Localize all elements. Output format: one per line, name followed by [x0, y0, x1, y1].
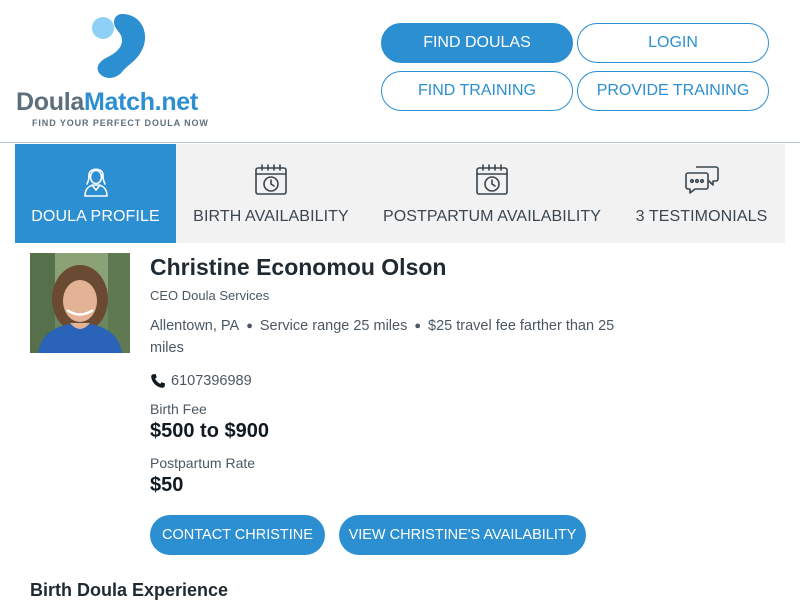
logo-word-part2: Match.net — [83, 88, 198, 116]
provide-training-button[interactable]: PROVIDE TRAINING — [577, 71, 769, 111]
doula-person-icon — [83, 168, 108, 197]
separator-dot: ● — [246, 320, 253, 332]
tab-birth-availability[interactable]: BIRTH AVAILABILITY — [176, 144, 366, 243]
site-header: DoulaMatch.net FIND YOUR PERFECT DOULA N… — [0, 0, 800, 143]
doula-service-info: Allentown, PA ● Service range 25 miles ● $25… — [150, 315, 650, 359]
doula-company: CEO Doula Services — [150, 288, 270, 303]
profile-photo — [30, 253, 130, 353]
phone-icon — [151, 374, 165, 388]
chat-bubbles-icon — [684, 166, 719, 194]
tab-testimonials[interactable]: 3 TESTIMONIALS — [618, 144, 785, 243]
doula-location: Allentown, PA — [150, 318, 240, 334]
logo-wordmark: DoulaMatch.net — [16, 88, 198, 117]
tab-label: 3 TESTIMONIALS — [635, 208, 768, 225]
logo-tagline: FIND YOUR PERFECT DOULA NOW — [32, 118, 209, 128]
birth-experience-heading: Birth Doula Experience — [30, 580, 229, 600]
tab-label: DOULA PROFILE — [31, 208, 160, 225]
phone-number[interactable]: 6107396989 — [171, 373, 252, 389]
doula-name: Christine Economou Olson — [150, 254, 447, 280]
find-doulas-button[interactable]: FIND DOULAS — [381, 23, 573, 63]
logo-mark-icon — [92, 14, 146, 78]
separator-dot: ● — [414, 320, 422, 332]
birth-fee-value: $500 to $900 — [150, 420, 269, 442]
postpartum-rate-label: Postpartum Rate — [150, 455, 256, 471]
login-button[interactable]: LOGIN — [577, 23, 769, 63]
site-logo[interactable]: DoulaMatch.net FIND YOUR PERFECT DOULA N… — [14, 10, 224, 132]
tab-label: BIRTH AVAILABILITY — [193, 208, 349, 225]
postpartum-rate-value: $50 — [150, 474, 184, 496]
find-training-button[interactable]: FIND TRAINING — [381, 71, 573, 111]
calendar-clock-icon — [255, 164, 287, 195]
calendar-clock-icon — [476, 164, 508, 195]
contact-doula-button[interactable]: CONTACT CHRISTINE — [150, 515, 325, 555]
profile-tab-bar: DOULA PROFILE BIRTH AVAILABILITY POSTPAR… — [15, 144, 785, 243]
tab-label: POSTPARTUM AVAILABILITY — [382, 208, 602, 225]
tab-doula-profile[interactable]: DOULA PROFILE — [15, 144, 176, 243]
tab-postpartum-availability[interactable]: POSTPARTUM AVAILABILITY — [366, 144, 618, 243]
birth-fee-label: Birth Fee — [150, 401, 207, 417]
profile-photo-image — [30, 253, 130, 353]
doula-service-range: Service range 25 miles — [259, 318, 408, 334]
logo-word-part1: Doula — [16, 88, 84, 116]
phone-row[interactable]: 6107396989 — [150, 372, 252, 390]
view-availability-button[interactable]: VIEW CHRISTINE'S AVAILABILITY — [339, 515, 586, 555]
